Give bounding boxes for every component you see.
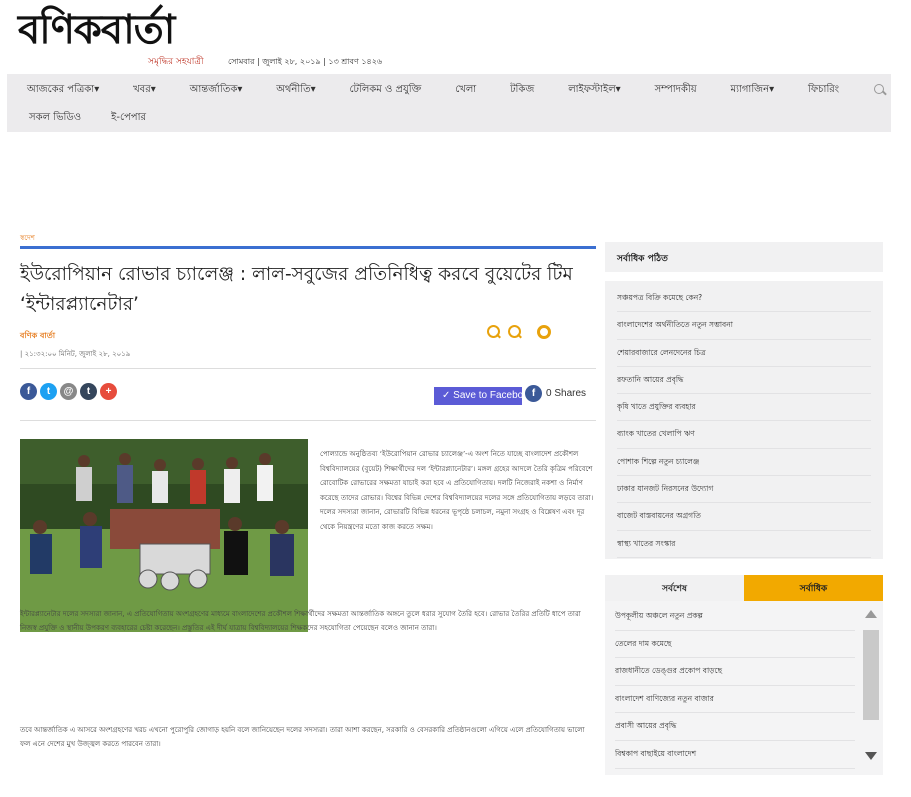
news-tabs: সর্বশেষ সর্বাধিক bbox=[605, 575, 883, 601]
divider bbox=[20, 368, 596, 369]
scroll-down-arrow-icon[interactable] bbox=[865, 752, 877, 760]
tab-news-item[interactable]: রাজধানীতে ডেঙ্গুর প্রকোপ বাড়ছে bbox=[615, 658, 855, 686]
zoom-out-icon[interactable] bbox=[508, 325, 522, 339]
nav-item-telecom-tech[interactable]: টেলিকম ও প্রযুক্তি bbox=[349, 82, 421, 99]
nav-row-secondary: সকল ভিডিও ই-পেপার bbox=[29, 105, 146, 131]
nav-item-ajker-potrika[interactable]: আজকের পত্রিকা▾ bbox=[27, 82, 99, 99]
nav-item-talkies[interactable]: টকিজ bbox=[510, 82, 534, 99]
article-author[interactable]: বণিক বার্তা bbox=[20, 330, 55, 343]
most-read-item[interactable]: শেয়ারবাজারে লেনদেনের চিত্র bbox=[617, 340, 871, 367]
tab-news-item[interactable]: প্রবাসী আয়ের প্রবৃদ্ধি bbox=[615, 713, 855, 741]
scroll-up-arrow-icon[interactable] bbox=[865, 610, 877, 618]
article-photo bbox=[20, 439, 308, 632]
scroll-thumb[interactable] bbox=[863, 630, 879, 720]
nav-item-lifestyle[interactable]: লাইফস্টাইল▾ bbox=[568, 82, 621, 99]
most-read-list: সঞ্চয়পত্র বিক্রি কমেছে কেন? বাংলাদেশের … bbox=[605, 281, 883, 559]
tab-latest[interactable]: সর্বশেষ bbox=[605, 575, 744, 601]
divider bbox=[20, 420, 596, 421]
most-read-title: সর্বাধিক পঠিত bbox=[605, 242, 883, 272]
most-read-item[interactable]: বাজেট বাস্তবায়নের অগ্রগতি bbox=[617, 503, 871, 531]
tab-most-read[interactable]: সর্বাধিক bbox=[744, 575, 883, 601]
most-read-item[interactable]: স্বাস্থ্য খাতের সংস্কার bbox=[617, 531, 871, 558]
article-body-lead: পোল্যান্ডে অনুষ্ঠিতব্য ‘ইউরোপিয়ান রোভার… bbox=[320, 450, 594, 531]
nav-item-sports[interactable]: খেলা bbox=[455, 82, 476, 99]
site-logo[interactable]: বণিকবার্তা সমৃদ্ধির সহযাত্রী bbox=[18, 8, 218, 68]
logo-text: বণিকবার্তা bbox=[18, 6, 175, 53]
tab-news-item[interactable]: উপকূলীয় অঞ্চলে নতুন প্রকল্প bbox=[615, 603, 855, 631]
most-read-item[interactable]: ঢাকার যানজট নিরসনের উদ্যোগ bbox=[617, 476, 871, 504]
nav-item-khobor[interactable]: খবর▾ bbox=[133, 82, 156, 99]
more-share-icon[interactable]: + bbox=[100, 383, 117, 400]
nav-item-epaper[interactable]: ই-পেপার bbox=[111, 110, 146, 127]
nav-item-all-videos[interactable]: সকল ভিডিও bbox=[29, 110, 81, 127]
nav-item-featuring[interactable]: ফিচারিং bbox=[808, 82, 839, 99]
nav-item-magazine[interactable]: ম্যাগাজিন▾ bbox=[731, 82, 775, 99]
save-to-facebook-button[interactable]: ✓ Save to Facebook bbox=[434, 387, 522, 405]
tumblr-share-icon[interactable]: t bbox=[80, 383, 97, 400]
zoom-in-icon[interactable] bbox=[487, 325, 501, 339]
most-read-item[interactable]: বাংলাদেশের অর্থনীতিতে নতুন সম্ভাবনা bbox=[617, 312, 871, 340]
nav-item-editorial[interactable]: সম্পাদকীয় bbox=[655, 82, 697, 99]
article-paragraph-3: তবে আন্তর্জাতিক এ আসরে অংশগ্রহণের খরচ এখ… bbox=[20, 726, 585, 748]
facebook-icon[interactable]: f bbox=[525, 385, 542, 402]
email-share-icon[interactable]: @ bbox=[60, 383, 77, 400]
article-headline: ইউরোপিয়ান রোভার চ্যালেঞ্জ : লাল-সবুজের … bbox=[20, 264, 573, 315]
site-tagline: সমৃদ্ধির সহযাত্রী bbox=[148, 57, 204, 67]
article-top-rule bbox=[20, 246, 596, 249]
team-photo-illustration bbox=[20, 439, 308, 632]
facebook-share-icon[interactable]: f bbox=[20, 383, 37, 400]
nav-item-economy[interactable]: অর্থনীতি▾ bbox=[276, 82, 315, 99]
most-read-item[interactable]: পোশাক শিল্পে নতুন চ্যালেঞ্জ bbox=[617, 449, 871, 477]
nav-item-international[interactable]: আন্তর্জাতিক▾ bbox=[190, 82, 243, 99]
share-count-label: 0 Shares bbox=[546, 388, 587, 399]
tab-list-scrollbar[interactable] bbox=[862, 606, 880, 768]
font-tools bbox=[487, 325, 551, 339]
tab-news-item[interactable]: বাংলাদেশ বাণিজ্যের নতুন বাজার bbox=[615, 686, 855, 714]
search-icon[interactable] bbox=[873, 83, 887, 97]
most-read-item[interactable]: ব্যাংক খাতের খেলাপি ঋণ bbox=[617, 421, 871, 449]
dateline: সোমবার | জুলাই ২৮, ২০১৯ | ১৩ শ্রাবণ ১৪২৬ bbox=[228, 57, 383, 66]
nav-row-primary: আজকের পত্রিকা▾ খবর▾ আন্তর্জাতিক▾ অর্থনীত… bbox=[27, 77, 887, 103]
article-paragraph-2: ইন্টারপ্ল্যানেটার দলের সদস্যরা জানান, এ … bbox=[20, 610, 581, 632]
most-read-item[interactable]: সঞ্চয়পত্র বিক্রি কমেছে কেন? bbox=[617, 285, 871, 313]
most-read-item[interactable]: কৃষি খাতে প্রযুক্তির ব্যবহার bbox=[617, 394, 871, 422]
print-icon[interactable] bbox=[537, 325, 551, 339]
twitter-share-icon[interactable]: t bbox=[40, 383, 57, 400]
social-share-bar: f t @ t + bbox=[20, 383, 117, 400]
share-count: f 0 Shares bbox=[525, 385, 586, 402]
article-timestamp: | ২১:৩২:০০ মিনিট, জুলাই ২৮, ২০১৯ bbox=[20, 350, 131, 358]
tab-news-list: উপকূলীয় অঞ্চলে নতুন প্রকল্প তেলের দাম ক… bbox=[605, 601, 883, 775]
breadcrumb[interactable]: স্বদেশ bbox=[20, 232, 35, 244]
most-read-item[interactable]: রফতানি আয়ের প্রবৃদ্ধি bbox=[617, 367, 871, 395]
tab-news-item[interactable]: তেলের দাম কমেছে bbox=[615, 631, 855, 659]
tab-news-item[interactable]: বিশ্বকাপ বাছাইয়ে বাংলাদেশ bbox=[615, 741, 855, 769]
main-navbar: আজকের পত্রিকা▾ খবর▾ আন্তর্জাতিক▾ অর্থনীত… bbox=[7, 74, 891, 132]
